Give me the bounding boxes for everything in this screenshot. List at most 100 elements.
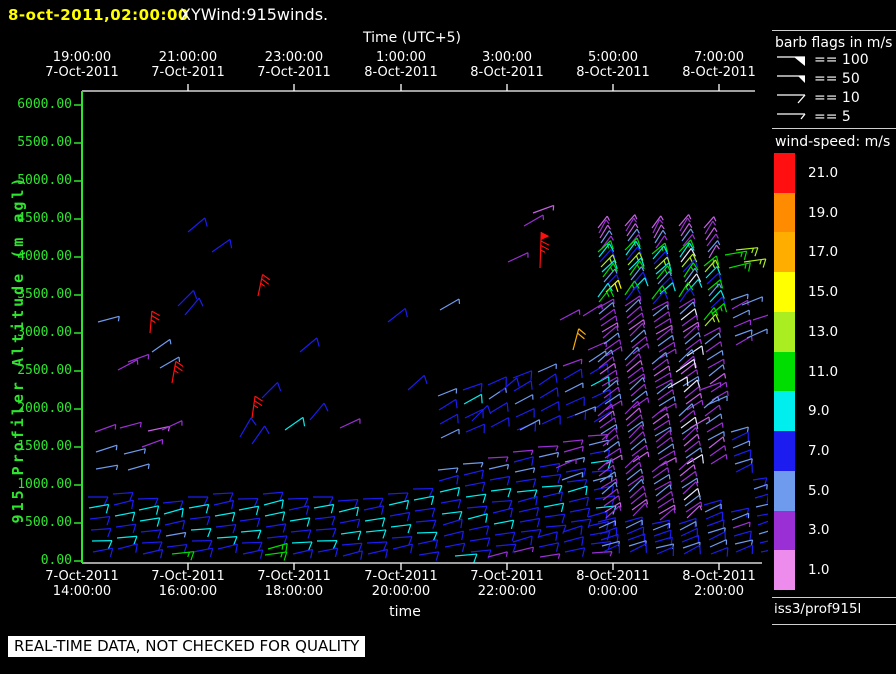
wind-barb	[682, 481, 699, 495]
title-datetime: 8-oct-2011,02:00:00	[8, 6, 189, 24]
wind-barb	[523, 214, 545, 227]
wind-barb	[732, 309, 750, 319]
wind-barb	[563, 536, 584, 546]
wind-barb	[519, 517, 541, 528]
title-bar: 8-oct-2011,02:00:00 XYWind:915winds.	[8, 5, 328, 24]
wind-barb	[759, 540, 768, 544]
full-barb-10-icon	[777, 94, 806, 104]
wind-barb	[752, 314, 768, 321]
wind-speed-colorbar: 21.0 19.0 17.0 15.0 13.0 11.0 9.0 7.0 5.0 3.0 1.0	[774, 153, 894, 591]
bottom-axis-tick-label: 7-Oct-2011 20:00:00	[364, 569, 438, 599]
wind-barb	[439, 486, 461, 497]
wind-barb	[309, 402, 329, 421]
wind-barb	[567, 485, 588, 496]
wind-barb	[89, 515, 111, 526]
wind-barb	[735, 463, 753, 473]
wind-barb	[241, 541, 263, 551]
wind-barb	[537, 531, 558, 541]
y-axis-tick-label: 4500.00	[17, 211, 72, 226]
wind-barb	[541, 415, 561, 425]
wind-barb	[454, 553, 478, 563]
wind-barb	[710, 546, 729, 557]
wind-barb	[629, 377, 646, 391]
panel-divider	[772, 30, 896, 31]
wind-barb	[162, 500, 184, 510]
wind-barb	[542, 491, 563, 502]
wind-barb	[439, 298, 461, 311]
colorbar-label: 13.0	[808, 323, 839, 340]
top-axis-tick-label: 19:00:00 7-Oct-2011	[45, 50, 119, 80]
wind-barb	[190, 528, 212, 538]
wind-barb	[680, 527, 698, 538]
wind-barb	[491, 500, 513, 510]
wind-barb	[655, 429, 672, 443]
y-axis-tick-label: 1000.00	[17, 477, 72, 492]
wind-barb	[602, 325, 619, 339]
wind-barb	[337, 499, 359, 509]
colorbar-label: 5.0	[808, 482, 830, 499]
panel-divider	[772, 624, 896, 625]
wind-barb	[388, 499, 410, 510]
wind-barb	[191, 540, 213, 550]
wind-barb	[601, 427, 618, 441]
wind-barb	[140, 529, 162, 539]
wind-barb	[463, 393, 483, 405]
colorbar-label: 11.0	[808, 363, 839, 380]
wind-barb	[710, 453, 728, 465]
wind-barb	[495, 543, 517, 553]
wind-barb	[667, 376, 689, 389]
wind-barb	[466, 505, 488, 515]
wind-barb	[589, 530, 611, 541]
legend-row: == 50	[774, 69, 869, 88]
wind-barb	[95, 444, 118, 453]
wind-barb	[463, 469, 484, 480]
wind-barb	[489, 475, 511, 486]
plot-title: XYWind:915winds.	[180, 5, 329, 24]
wind-barb	[657, 270, 672, 285]
wind-barb	[537, 445, 559, 451]
colorbar-swatch	[774, 272, 795, 312]
wind-barb	[708, 531, 726, 541]
wind-barb	[591, 551, 613, 557]
wind-barb	[563, 445, 584, 453]
bottom-axis-tick-label: 7-Oct-2011 14:00:00	[45, 569, 119, 599]
bottom-axis-tick-label: 7-Oct-2011 18:00:00	[257, 569, 331, 599]
wind-barb	[734, 539, 754, 545]
wind-barb	[490, 487, 512, 498]
wind-barb	[139, 517, 161, 527]
wind-barb	[115, 523, 137, 533]
y-axis-tick-label: 6000.00	[17, 97, 72, 112]
wind-barb	[514, 467, 536, 473]
wind-barb	[732, 521, 751, 529]
legend-row: == 10	[774, 88, 869, 107]
wind-barb	[119, 421, 142, 429]
legend-row: == 5	[774, 107, 869, 126]
wind-barb	[142, 548, 164, 559]
wind-barb	[113, 499, 134, 510]
wind-barb	[151, 338, 172, 353]
wind-barb	[438, 398, 458, 411]
wind-barb	[587, 341, 607, 351]
colorbar-swatch	[774, 153, 795, 193]
wind-barb	[562, 358, 583, 367]
wind-barb	[339, 418, 361, 429]
wind-barb	[565, 396, 585, 406]
wind-barb	[240, 529, 262, 539]
wind-barb	[492, 507, 513, 518]
wind-barb	[389, 511, 411, 522]
wind-barb	[414, 507, 436, 517]
colorbar-entry: 17.0	[774, 232, 894, 273]
wind-barb	[261, 382, 282, 399]
wind-barb	[656, 546, 675, 556]
wind-barb	[290, 529, 312, 539]
legend-label: == 50	[814, 70, 860, 87]
wind-barb	[365, 529, 387, 539]
panel-divider	[772, 128, 896, 129]
wind-barb	[564, 547, 586, 557]
colorbar-entry: 11.0	[774, 351, 894, 392]
wind-barb	[728, 262, 751, 272]
wind-barb	[88, 503, 110, 514]
wind-barb	[513, 456, 534, 466]
wind-barb	[735, 544, 754, 554]
wind-barb	[589, 363, 609, 375]
